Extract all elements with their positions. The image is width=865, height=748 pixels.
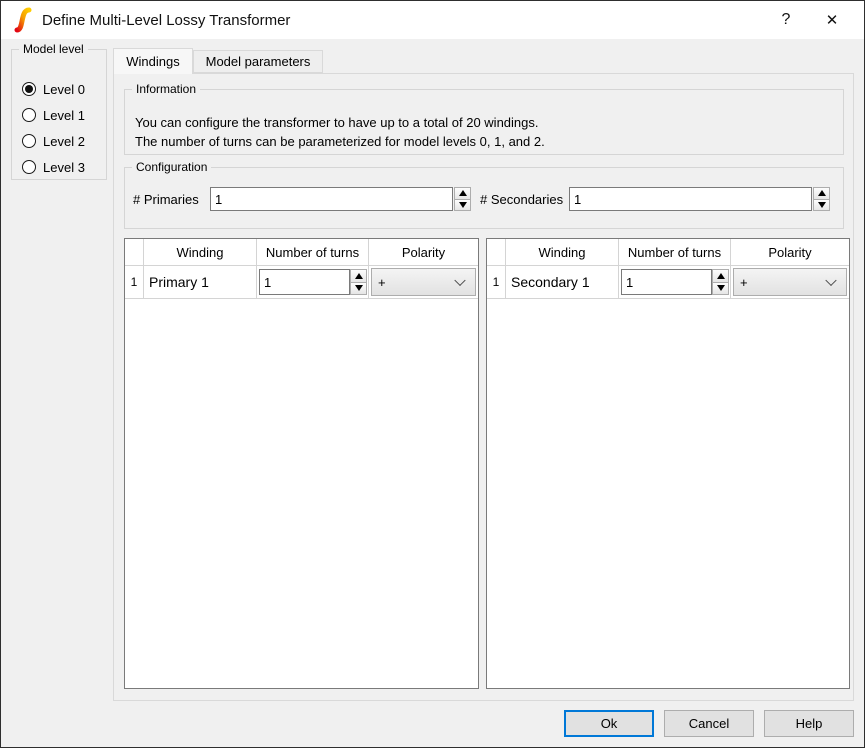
- polarity-select[interactable]: +: [733, 268, 847, 296]
- radio-level-1[interactable]: Level 1: [22, 105, 85, 125]
- turns-spinner: [712, 269, 729, 295]
- spin-down-button[interactable]: [454, 199, 471, 212]
- radio-label: Level 0: [43, 82, 85, 97]
- tab-pane: Information You can configure the transf…: [113, 73, 854, 701]
- info-line-1: You can configure the transformer to hav…: [135, 115, 539, 130]
- chevron-down-icon: [454, 275, 465, 286]
- polarity-value: +: [378, 275, 386, 290]
- titlebar-help-button[interactable]: ?: [770, 4, 802, 36]
- radio-label: Level 3: [43, 160, 85, 175]
- header-polarity: Polarity: [368, 239, 478, 265]
- app-logo-icon: [13, 7, 33, 33]
- spin-down-button[interactable]: [712, 282, 729, 296]
- table-corner-cell: [487, 239, 505, 265]
- secondary-windings-table: Winding Number of turns Polarity 1 Secon…: [486, 238, 850, 689]
- radio-button-icon: [22, 160, 36, 174]
- triangle-up-icon: [717, 273, 725, 279]
- radio-level-3[interactable]: Level 3: [22, 157, 85, 177]
- triangle-down-icon: [355, 285, 363, 291]
- primaries-input[interactable]: [210, 187, 453, 211]
- radio-button-icon: [22, 134, 36, 148]
- winding-cell[interactable]: Primary 1: [143, 266, 256, 298]
- polarity-value: +: [740, 275, 748, 290]
- tab-windings[interactable]: Windings: [113, 48, 193, 74]
- table-header-row: Winding Number of turns Polarity: [125, 239, 478, 266]
- secondaries-spinner: [813, 187, 830, 211]
- dialog-window: Define Multi-Level Lossy Transformer ? ✕…: [0, 0, 865, 748]
- radio-level-0[interactable]: Level 0: [22, 79, 85, 99]
- tab-label: Windings: [126, 54, 179, 69]
- turns-input[interactable]: [621, 269, 712, 295]
- polarity-cell: +: [730, 266, 849, 298]
- row-number[interactable]: 1: [125, 266, 143, 298]
- header-winding: Winding: [143, 239, 256, 265]
- header-winding: Winding: [505, 239, 618, 265]
- triangle-up-icon: [355, 273, 363, 279]
- model-level-group: Model level Level 0 Level 1 Level 2 Leve…: [11, 49, 107, 180]
- triangle-down-icon: [818, 202, 826, 208]
- turns-cell: [256, 266, 368, 298]
- tab-label: Model parameters: [206, 54, 311, 69]
- polarity-select[interactable]: +: [371, 268, 476, 296]
- title-bar[interactable]: Define Multi-Level Lossy Transformer ? ✕: [1, 1, 864, 39]
- radio-label: Level 2: [43, 134, 85, 149]
- chevron-down-icon: [825, 275, 836, 286]
- turns-cell: [618, 266, 730, 298]
- spin-down-button[interactable]: [813, 199, 830, 212]
- cancel-button[interactable]: Cancel: [664, 710, 754, 737]
- window-title: Define Multi-Level Lossy Transformer: [42, 12, 290, 29]
- table-corner-cell: [125, 239, 143, 265]
- model-level-legend: Model level: [19, 42, 88, 56]
- polarity-cell: +: [368, 266, 478, 298]
- configuration-legend: Configuration: [132, 160, 211, 174]
- row-number[interactable]: 1: [487, 266, 505, 298]
- header-number-of-turns: Number of turns: [618, 239, 730, 265]
- triangle-down-icon: [717, 285, 725, 291]
- triangle-down-icon: [459, 202, 467, 208]
- primary-windings-table: Winding Number of turns Polarity 1 Prima…: [124, 238, 479, 689]
- radio-label: Level 1: [43, 108, 85, 123]
- turns-input[interactable]: [259, 269, 350, 295]
- triangle-up-icon: [818, 190, 826, 196]
- spin-up-button[interactable]: [712, 269, 729, 283]
- information-group: Information You can configure the transf…: [124, 89, 844, 155]
- spin-down-button[interactable]: [350, 282, 367, 296]
- primaries-spinner: [454, 187, 471, 211]
- winding-cell[interactable]: Secondary 1: [505, 266, 618, 298]
- radio-level-2[interactable]: Level 2: [22, 131, 85, 151]
- info-line-2: The number of turns can be parameterized…: [135, 134, 545, 149]
- header-polarity: Polarity: [730, 239, 849, 265]
- spin-up-button[interactable]: [350, 269, 367, 283]
- configuration-group: Configuration # Primaries # Secondaries: [124, 167, 844, 229]
- tab-model-parameters[interactable]: Model parameters: [193, 50, 323, 73]
- primaries-label: # Primaries: [133, 192, 199, 207]
- table-header-row: Winding Number of turns Polarity: [487, 239, 849, 266]
- secondaries-input[interactable]: [569, 187, 812, 211]
- close-button[interactable]: ✕: [816, 4, 848, 36]
- ok-button[interactable]: Ok: [564, 710, 654, 737]
- secondaries-label: # Secondaries: [480, 192, 563, 207]
- triangle-up-icon: [459, 190, 467, 196]
- header-number-of-turns: Number of turns: [256, 239, 368, 265]
- table-row: 1 Primary 1 +: [125, 266, 478, 299]
- help-button[interactable]: Help: [764, 710, 854, 737]
- radio-button-icon: [22, 108, 36, 122]
- radio-button-icon: [22, 82, 36, 96]
- information-legend: Information: [132, 82, 200, 96]
- turns-spinner: [350, 269, 367, 295]
- table-row: 1 Secondary 1 +: [487, 266, 849, 299]
